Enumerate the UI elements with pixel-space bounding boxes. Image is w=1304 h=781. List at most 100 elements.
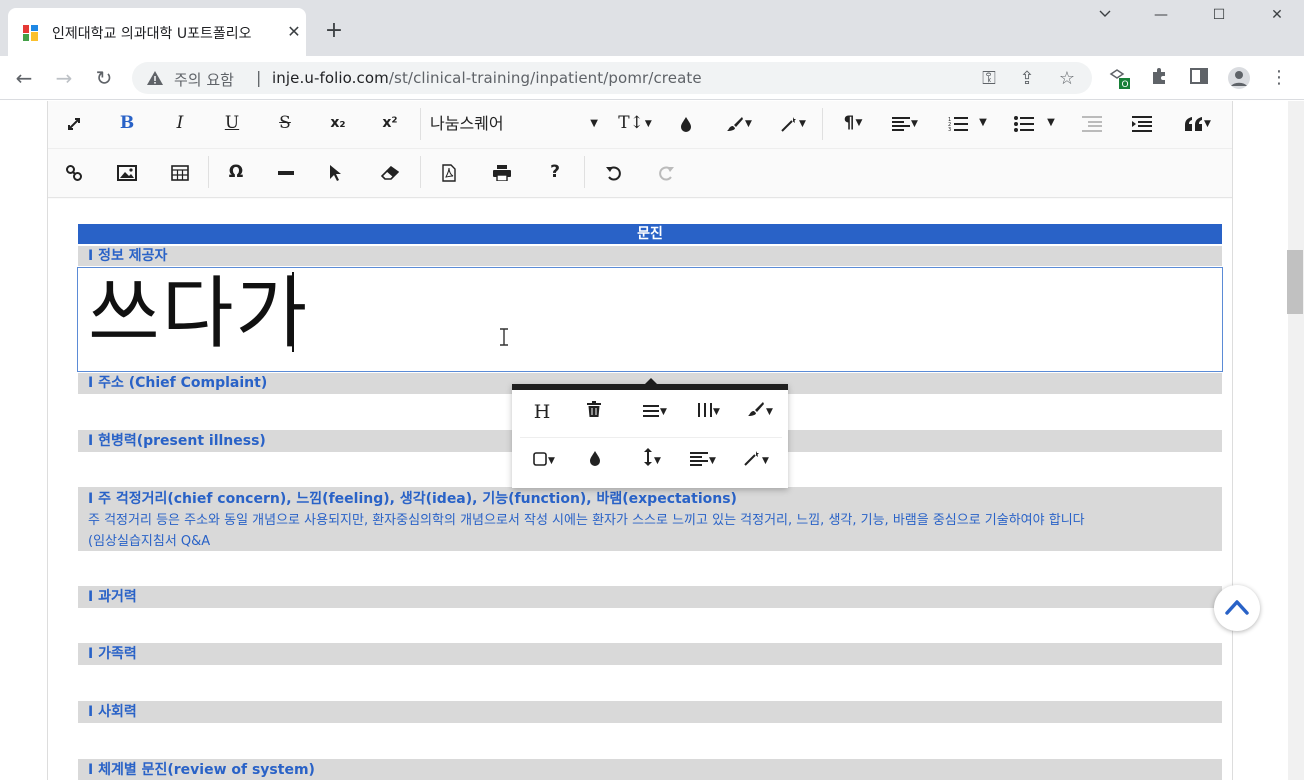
brush-dropdown[interactable]: ▼ [718, 108, 760, 138]
eraser-icon[interactable] [372, 157, 408, 187]
horizontal-rule-icon[interactable] [268, 157, 304, 187]
chief-concern-input[interactable] [78, 551, 1222, 586]
italic-button[interactable]: I [162, 108, 198, 138]
back-arrow-icon[interactable]: ← [10, 64, 38, 92]
chevron-down-icon[interactable] [1082, 4, 1128, 28]
cell-brush-dropdown[interactable]: ▼ [738, 397, 782, 427]
indent-icon[interactable] [1124, 108, 1160, 138]
new-tab-button[interactable]: + [322, 20, 346, 44]
column-dropdown[interactable]: ▼ [686, 397, 732, 427]
caret-down-icon: ▼ [654, 456, 661, 466]
redo-icon[interactable] [648, 157, 684, 187]
page-scroll-thumb[interactable] [1287, 250, 1303, 314]
rows-icon [643, 405, 660, 417]
align-dropdown[interactable]: ▼ [884, 108, 926, 138]
undo-icon[interactable] [596, 157, 632, 187]
caret-down-icon: ▼ [644, 118, 652, 129]
row-dropdown[interactable]: ▼ [632, 397, 678, 427]
svg-text:O: O [1122, 80, 1129, 90]
key-icon[interactable]: ⚿ [978, 68, 1000, 90]
table-icon[interactable] [162, 157, 198, 187]
paragraph-icon: ¶ [843, 113, 855, 133]
section-label-social-history: I 사회력 [78, 701, 1222, 723]
help-button[interactable]: ? [537, 157, 573, 187]
link-icon[interactable] [56, 157, 92, 187]
kebab-menu-icon[interactable]: ⋮ [1266, 66, 1292, 90]
reload-icon[interactable]: ↻ [90, 64, 118, 92]
informant-input-text: 쓰다가 [88, 269, 310, 359]
close-window-button[interactable]: ✕ [1254, 4, 1300, 28]
url-host: inje.u-folio.com [272, 69, 389, 87]
caret-down-icon: ▼ [709, 456, 716, 466]
magic-wand-icon [781, 116, 797, 132]
minimize-button[interactable]: — [1138, 4, 1184, 28]
puzzle-icon[interactable] [1146, 66, 1172, 90]
omnibox[interactable]: 주의 요함 | inje.u-folio.com/st/clinical-tra… [132, 62, 1092, 94]
pdf-icon[interactable] [431, 157, 467, 187]
outdent-icon[interactable] [1074, 108, 1110, 138]
font-size-dropdown[interactable]: T↕▼ [614, 108, 656, 138]
scroll-to-top-button[interactable] [1214, 585, 1260, 631]
not-secure-label: 주의 요함 [174, 71, 234, 89]
bold-button[interactable]: B [109, 108, 145, 138]
page-scrollbar[interactable] [1288, 101, 1304, 780]
font-color-drop-icon[interactable] [668, 108, 704, 138]
trash-icon[interactable] [573, 397, 615, 427]
caret-down-icon: ▼ [855, 118, 863, 128]
past-history-input[interactable] [78, 608, 1222, 643]
tab-title: 인제대학교 의과대학 U포트폴리오 [52, 26, 252, 42]
heading-button[interactable]: H [521, 397, 563, 427]
font-size-label: T↕ [618, 113, 644, 133]
special-char-button[interactable]: Ω [218, 157, 254, 187]
caret-down-icon: ▼ [799, 118, 806, 129]
toolbar-divider [584, 156, 585, 188]
paragraph-dropdown[interactable]: ¶▼ [832, 108, 874, 138]
social-history-input[interactable] [78, 723, 1222, 759]
popover-row-divider [520, 437, 782, 438]
profile-avatar-icon[interactable] [1226, 66, 1252, 90]
toolbar-divider [822, 108, 823, 140]
print-icon[interactable] [484, 157, 520, 187]
tab-close-icon[interactable]: ✕ [286, 24, 302, 40]
unordered-list-icon[interactable] [1006, 108, 1042, 138]
toolbar-divider [208, 156, 209, 188]
caret-down-icon: ▼ [713, 407, 720, 417]
side-panel-icon[interactable] [1186, 66, 1212, 90]
cell-align-dropdown[interactable]: ▼ [680, 446, 726, 476]
text-caret [292, 272, 294, 352]
superscript-button[interactable]: x² [372, 108, 408, 138]
browser-tab[interactable]: 인제대학교 의과대학 U포트폴리오 ✕ [8, 8, 306, 56]
cell-style-dropdown[interactable]: ▼ [734, 446, 778, 476]
fullscreen-icon[interactable] [56, 108, 92, 138]
blockquote-dropdown[interactable]: ▼ [1176, 108, 1220, 138]
unordered-list-caret-icon[interactable]: ▼ [1038, 108, 1064, 138]
maximize-button[interactable]: ☐ [1196, 4, 1242, 28]
extension-badge-icon[interactable]: O [1106, 66, 1132, 90]
form-header: 문진 [78, 224, 1222, 244]
cell-border-dropdown[interactable]: ▼ [522, 446, 566, 476]
quote-icon [1185, 116, 1203, 131]
family-history-input[interactable] [78, 665, 1222, 701]
underline-button[interactable]: U [214, 108, 250, 138]
row-height-dropdown[interactable]: ▼ [630, 446, 674, 476]
share-icon[interactable]: ⇪ [1016, 68, 1038, 90]
subscript-button[interactable]: x₂ [320, 108, 356, 138]
font-family-select[interactable]: 나눔스퀘어 ▼ [430, 110, 602, 140]
strikethrough-button[interactable]: S [267, 108, 303, 138]
ordered-list-caret-icon[interactable]: ▼ [970, 108, 996, 138]
url-text[interactable]: inje.u-folio.com/st/clinical-training/in… [272, 69, 702, 87]
warning-icon [147, 71, 163, 85]
columns-icon [698, 403, 713, 417]
image-icon[interactable] [109, 157, 145, 187]
chief-concern-note: 주 걱정거리 등은 주소와 동일 개념으로 사용되지만, 환자중심의학의 개념으… [88, 513, 1085, 528]
cell-color-drop-icon[interactable] [574, 446, 616, 476]
caret-down-icon: ▼ [590, 118, 598, 129]
toolbar-divider [420, 156, 421, 188]
chief-concern-note-2: (임상실습지침서 Q&A [88, 534, 211, 549]
magic-wand-dropdown[interactable]: ▼ [772, 108, 814, 138]
star-icon[interactable]: ☆ [1056, 68, 1078, 90]
toolbar-row-divider [48, 148, 1232, 149]
forward-arrow-icon[interactable]: → [50, 64, 78, 92]
cursor-icon[interactable] [318, 157, 354, 187]
section-label-informant: I 정보 제공자 [78, 246, 1222, 266]
